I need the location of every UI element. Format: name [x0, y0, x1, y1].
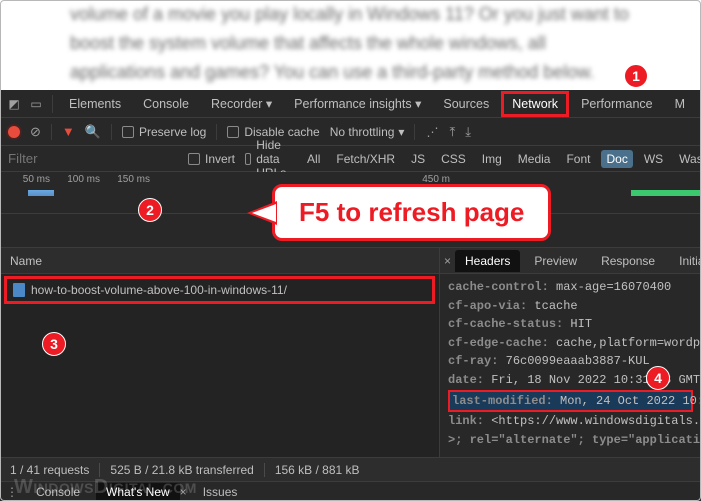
tab-elements[interactable]: Elements — [59, 91, 131, 117]
device-toolbar-icon[interactable]: ▭ — [26, 97, 46, 111]
filter-input[interactable] — [8, 151, 178, 166]
separator — [111, 124, 112, 140]
type-filter-media[interactable]: Media — [513, 150, 556, 168]
tab-network[interactable]: Network — [501, 91, 569, 117]
preserve-log-checkbox[interactable]: Preserve log — [122, 125, 206, 139]
column-header-name[interactable]: Name — [0, 248, 439, 274]
search-icon[interactable]: 🔍 — [85, 124, 101, 140]
document-icon — [13, 283, 25, 297]
timeline-tick — [150, 174, 200, 185]
resource-type-filters: All Fetch/XHR JS CSS Img Media Font Doc WS Wasm — [302, 150, 701, 168]
tab-recorder[interactable]: Recorder ▾ — [201, 90, 282, 117]
tab-initiator[interactable]: Initiator — [669, 250, 701, 272]
close-details-icon[interactable]: × — [444, 254, 451, 268]
separator — [414, 124, 415, 140]
details-tabs: × Headers Preview Response Initiator Tim… — [440, 248, 701, 274]
separator — [51, 124, 52, 140]
throttling-dropdown[interactable]: No throttling ▾ — [330, 125, 405, 139]
request-details: × Headers Preview Response Initiator Tim… — [440, 248, 701, 466]
type-filter-wasm[interactable]: Wasm — [674, 150, 701, 168]
network-toolbar: ⊘ ▼ 🔍 Preserve log Disable cache No thro… — [0, 118, 701, 146]
type-filter-fetchxhr[interactable]: Fetch/XHR — [331, 150, 400, 168]
requests-split: Name how-to-boost-volume-above-100-in-wi… — [0, 248, 701, 466]
export-har-icon[interactable]: ⤓ — [465, 124, 471, 140]
timeline-tick: 150 ms — [100, 174, 150, 185]
annotation-badge-4: 4 — [646, 366, 670, 390]
callout-refresh: F5 to refresh page — [272, 184, 551, 241]
caret-down-icon: ▾ — [398, 125, 404, 139]
tab-memory-partial[interactable]: M — [665, 91, 695, 117]
type-filter-font[interactable]: Font — [561, 150, 595, 168]
type-filter-all[interactable]: All — [302, 150, 325, 168]
tab-sources[interactable]: Sources — [433, 91, 499, 117]
import-har-icon[interactable]: ⤒ — [449, 124, 455, 140]
response-header-row: cf-apo-via: tcache — [448, 297, 693, 316]
response-header-row: cf-cache-status: HIT — [448, 315, 693, 334]
invert-checkbox[interactable]: Invert — [188, 152, 235, 166]
disable-cache-checkbox[interactable]: Disable cache — [227, 125, 319, 139]
tab-response[interactable]: Response — [591, 250, 665, 272]
filter-icon[interactable]: ▼ — [62, 124, 75, 139]
request-name: how-to-boost-volume-above-100-in-windows… — [31, 283, 287, 297]
tab-preview[interactable]: Preview — [524, 250, 587, 272]
response-header-row: cf-edge-cache: cache,platform=wordpress — [448, 334, 693, 353]
timeline-tick: 100 ms — [50, 174, 100, 185]
network-conditions-icon[interactable]: ⋰ — [425, 125, 439, 139]
separator — [52, 95, 53, 113]
timeline-tick: 50 ms — [0, 174, 50, 185]
clear-icon[interactable]: ⊘ — [30, 124, 41, 140]
type-filter-js[interactable]: JS — [406, 150, 430, 168]
caret-down-icon: ▾ — [266, 97, 272, 111]
annotation-badge-2: 2 — [138, 198, 162, 222]
devtools-main-tabs: ◩ ▭ Elements Console Recorder ▾ Performa… — [0, 90, 701, 118]
request-row[interactable]: how-to-boost-volume-above-100-in-windows… — [4, 276, 435, 304]
response-header-row: cache-control: max-age=16070400 — [448, 278, 693, 297]
requests-count: 1 / 41 requests — [10, 463, 89, 477]
response-header-row: link: <https://www.windowsdigitals.com/w… — [448, 412, 693, 431]
tab-headers[interactable]: Headers — [455, 250, 520, 272]
drawer-tab-issues[interactable]: Issues — [193, 483, 248, 501]
requests-table: Name how-to-boost-volume-above-100-in-wi… — [0, 248, 440, 466]
watermark: WindowsDigital.com — [14, 476, 197, 499]
requests-list: how-to-boost-volume-above-100-in-windows… — [0, 274, 439, 466]
caret-down-icon: ▾ — [415, 97, 421, 111]
annotation-badge-3: 3 — [42, 332, 66, 356]
separator — [216, 124, 217, 140]
type-filter-img[interactable]: Img — [477, 150, 507, 168]
type-filter-doc[interactable]: Doc — [601, 150, 632, 168]
filter-row: Invert Hide data URLs AllFetch/XHRJSCSSI… — [0, 146, 701, 172]
type-filter-css[interactable]: CSS — [436, 150, 471, 168]
response-header-row: >; rel="alternate"; type="application/js… — [448, 431, 693, 450]
record-button[interactable] — [8, 126, 20, 138]
inspect-icon[interactable]: ◩ — [4, 97, 24, 111]
background-article-text: volume of a movie you play locally in Wi… — [0, 0, 701, 90]
annotation-badge-1: 1 — [624, 64, 648, 88]
transferred-size: 525 B / 21.8 kB transferred — [110, 463, 253, 477]
type-filter-ws[interactable]: WS — [639, 150, 668, 168]
resources-size: 156 kB / 881 kB — [275, 463, 360, 477]
tab-performance-insights[interactable]: Performance insights ▾ — [284, 90, 431, 117]
tab-console[interactable]: Console — [133, 91, 199, 117]
timeline-tick — [200, 174, 250, 185]
tab-performance[interactable]: Performance — [571, 91, 663, 117]
response-header-row: last-modified: Mon, 24 Oct 2022 10:07:55… — [448, 390, 693, 413]
devtools-panel: ◩ ▭ Elements Console Recorder ▾ Performa… — [0, 90, 701, 501]
